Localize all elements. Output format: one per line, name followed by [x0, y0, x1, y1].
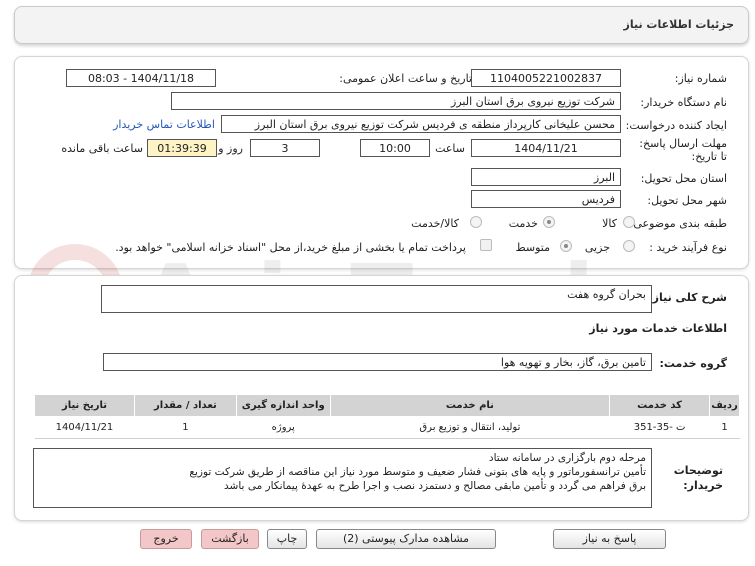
- category-service-radio[interactable]: [543, 216, 555, 228]
- process-medium-label: متوسط: [515, 241, 550, 254]
- service-group-label: گروه خدمت:: [659, 357, 727, 370]
- buyer-notes-label: توضیحات خریدار:: [673, 464, 723, 492]
- view-attachments-button[interactable]: مشاهده مدارک پیوستی (2): [316, 529, 496, 549]
- days-field: 3: [250, 139, 320, 157]
- city-label: شهر محل تحویل:: [647, 194, 727, 207]
- exit-button[interactable]: خروج: [140, 529, 192, 549]
- deadline-time-label: ساعت: [435, 142, 465, 155]
- cell-service-name: تولید، انتقال و توزیع برق: [330, 416, 610, 439]
- deadline-time-field: 10:00: [360, 139, 430, 157]
- process-type-label: نوع فرآیند خرید :: [649, 241, 727, 254]
- announce-date-field: 1404/11/18 - 08:03: [66, 69, 216, 87]
- print-button[interactable]: چاپ: [267, 529, 307, 549]
- service-group-field: تامین برق، گاز، بخار و تهویه هوا: [103, 353, 652, 371]
- category-goods-service-label: کالا/خدمت: [411, 217, 459, 230]
- services-table-header: ردیف کد خدمت نام خدمت واحد اندازه گیری ت…: [34, 394, 740, 417]
- province-label: استان محل تحویل:: [640, 172, 727, 185]
- buyer-contact-link[interactable]: اطلاعات تماس خریدار: [113, 118, 215, 131]
- process-minor-radio[interactable]: [623, 240, 635, 252]
- city-field: فردیس: [471, 190, 621, 208]
- need-number-field: 1104005221002837: [471, 69, 621, 87]
- summary-field: بحران گروه هفت: [101, 285, 652, 313]
- remaining-time-field: 01:39:39: [147, 139, 217, 157]
- col-quantity: تعداد / مقدار: [133, 394, 237, 417]
- province-field: البرز: [471, 168, 621, 186]
- remaining-time-label: ساعت باقی مانده: [61, 142, 143, 155]
- page-title: جزئیات اطلاعات نیاز: [623, 18, 735, 31]
- cell-row: 1: [709, 416, 740, 439]
- deadline-label: مهلت ارسال پاسخ: تا تاریخ:: [639, 137, 727, 163]
- page-header: جزئیات اطلاعات نیاز: [14, 6, 749, 44]
- announce-date-label: تاریخ و ساعت اعلان عمومی:: [339, 72, 472, 85]
- process-medium-radio[interactable]: [560, 240, 572, 252]
- buyer-notes-line: مرحله دوم بارگزاری در سامانه ستاد: [488, 452, 646, 464]
- summary-label: شرح کلی نیاز:: [648, 291, 727, 304]
- cell-service-code: ت -35-351: [609, 416, 710, 439]
- need-number-label: شماره نیاز:: [674, 72, 727, 85]
- category-service-label: خدمت: [508, 217, 538, 230]
- col-need-date: تاریخ نیاز: [34, 394, 135, 417]
- cell-need-date: 1404/11/21: [34, 416, 135, 439]
- creator-label: ایجاد کننده درخواست:: [625, 119, 727, 132]
- category-label: طبقه بندی موضوعی:: [629, 217, 727, 230]
- buyer-org-field: شرکت توزیع نیروی برق استان البرز: [171, 92, 621, 110]
- col-service-name: نام خدمت: [329, 394, 611, 417]
- services-table: ردیف کد خدمت نام خدمت واحد اندازه گیری ت…: [34, 394, 740, 439]
- days-label: روز و: [218, 142, 243, 155]
- category-goods-radio[interactable]: [623, 216, 635, 228]
- cell-unit: پروژه: [236, 416, 331, 439]
- buyer-notes-field: مرحله دوم بارگزاری در سامانه ستاد تأمین …: [33, 448, 652, 508]
- col-service-code: کد خدمت: [609, 394, 711, 417]
- process-minor-label: جزیی: [584, 241, 610, 254]
- buyer-notes-line: برق فراهم می گردد و تأمین مابقی مصالح و …: [224, 480, 646, 492]
- buyer-org-label: نام دستگاه خریدار:: [640, 96, 727, 109]
- creator-field: محسن علیخانی کارپرداز منطقه ی فردیس شرکت…: [221, 115, 621, 133]
- back-button[interactable]: بازگشت: [201, 529, 259, 549]
- category-goods-label: کالا: [602, 217, 617, 230]
- col-row: ردیف: [709, 394, 740, 417]
- treasury-payment-note: پرداخت تمام یا بخشی از مبلغ خرید،از محل …: [115, 241, 466, 254]
- services-heading: اطلاعات خدمات مورد نیاز: [589, 322, 727, 335]
- col-unit: واحد اندازه گیری: [235, 394, 331, 417]
- buyer-notes-line: تأمین ترانسفورماتور و پایه های بتونی فشا…: [189, 466, 646, 478]
- reply-to-need-button[interactable]: پاسخ به نیاز: [553, 529, 666, 549]
- category-goods-service-radio[interactable]: [470, 216, 482, 228]
- table-row: 1 ت -35-351 تولید، انتقال و توزیع برق پر…: [34, 416, 740, 439]
- treasury-payment-checkbox[interactable]: [480, 239, 492, 251]
- cell-quantity: 1: [134, 416, 237, 439]
- deadline-date-field: 1404/11/21: [471, 139, 621, 157]
